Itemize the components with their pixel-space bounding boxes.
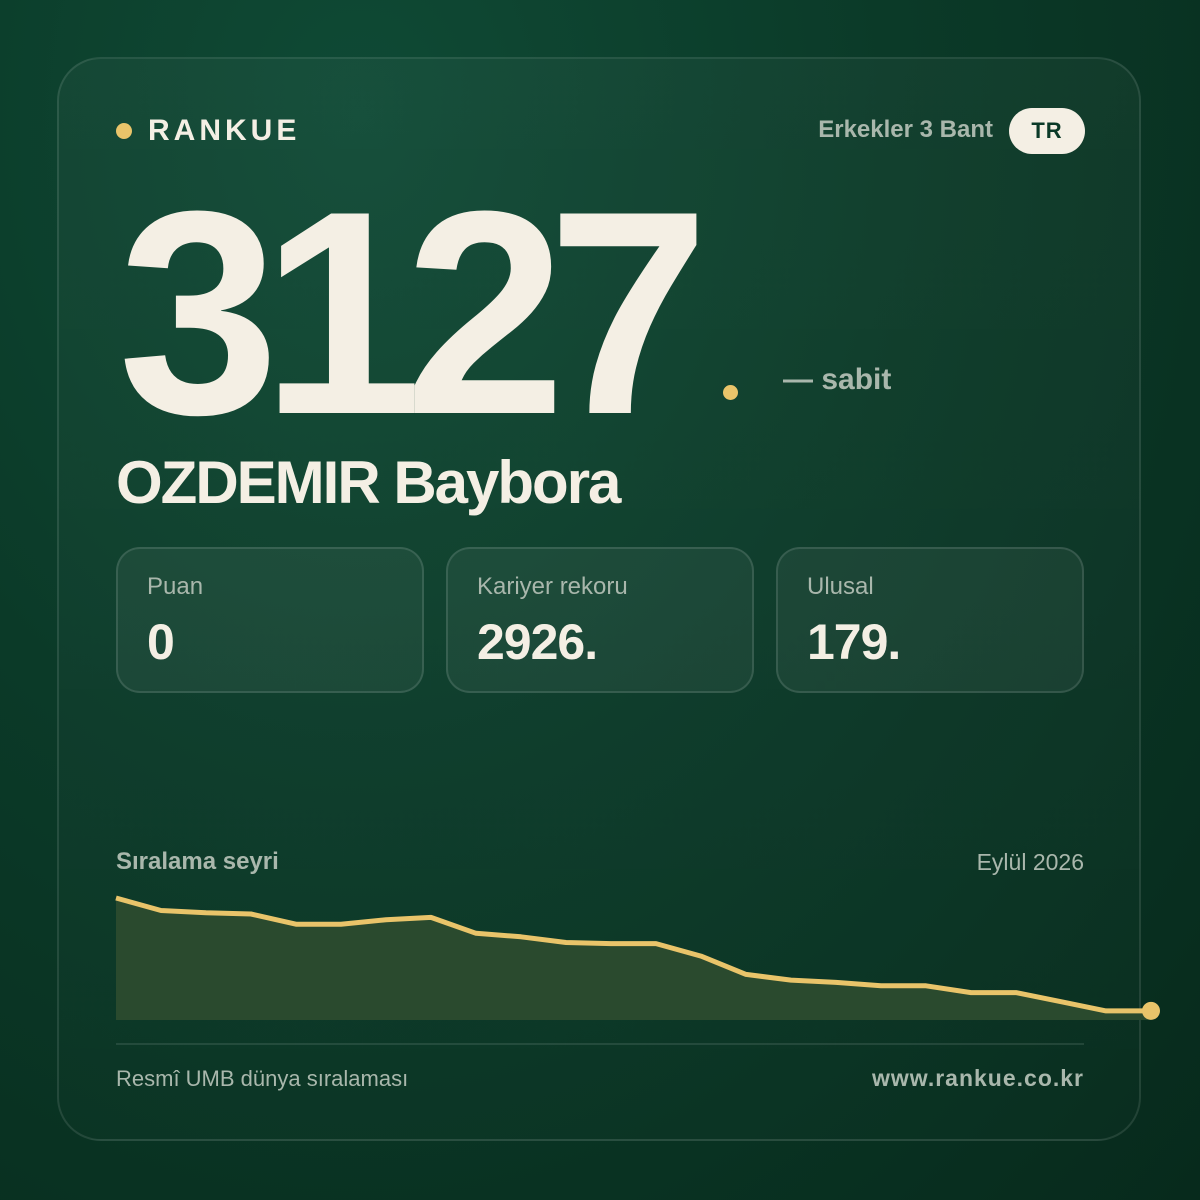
category-label: Erkekler 3 Bant xyxy=(818,116,993,143)
rank-history-chart xyxy=(115,895,1160,1020)
footer-website[interactable]: www.rankue.co.kr xyxy=(872,1065,1084,1092)
brand-logo: RANKUE xyxy=(116,112,300,150)
history-date: Eylül 2026 xyxy=(976,849,1084,875)
stat-label: Puan xyxy=(147,573,204,600)
chart-end-point xyxy=(1142,1001,1160,1020)
history-title: Sıralama seyri xyxy=(116,848,279,875)
stat-value: 2926. xyxy=(477,614,598,670)
country-badge: TR xyxy=(1009,108,1085,154)
stat-card-points: Puan 0 xyxy=(116,547,424,693)
brand-name: RANKUE xyxy=(148,114,301,147)
world-rank: 3127 xyxy=(118,151,709,475)
stat-value: 179. xyxy=(807,614,901,670)
footer-source: Resmî UMB dünya sıralaması xyxy=(116,1066,409,1091)
stat-label: Ulusal xyxy=(807,573,874,600)
player-name: OZDEMIR Baybora xyxy=(116,449,621,516)
stat-value: 0 xyxy=(147,614,175,670)
stat-card-career-best: Kariyer rekoru 2926. xyxy=(446,547,754,693)
footer-divider xyxy=(116,1043,1084,1045)
brand-dot-icon xyxy=(116,123,132,139)
stat-label: Kariyer rekoru xyxy=(477,573,628,600)
stat-card-national: Ulusal 179. xyxy=(776,547,1084,693)
rank-trend: — sabit xyxy=(783,363,892,396)
rank-dot-icon xyxy=(723,385,738,400)
